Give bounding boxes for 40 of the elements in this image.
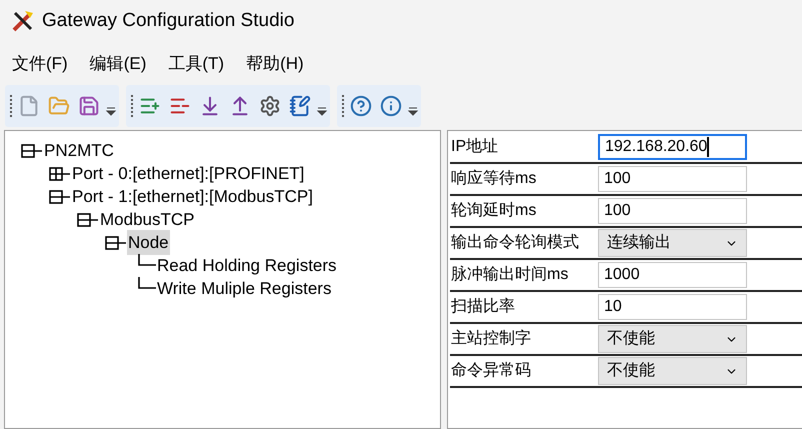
menu-item[interactable]: 文件(F) — [12, 51, 68, 77]
text-field[interactable]: 10 — [598, 294, 747, 320]
text-field[interactable]: 100 — [598, 166, 747, 192]
tree-item[interactable]: Port - 1:[ethernet]:[ModbusTCP] — [71, 184, 314, 210]
collapse-icon[interactable] — [49, 190, 71, 204]
text-field[interactable]: 1000 — [598, 262, 747, 288]
menu-item[interactable]: 工具(T) — [168, 51, 224, 77]
dropdown[interactable]: 连续输出 — [598, 229, 747, 257]
property-label: 主站控制字 — [450, 328, 532, 349]
collapse-icon[interactable] — [77, 212, 99, 226]
tree-item[interactable]: ModbusTCP — [99, 206, 196, 232]
collapse-icon[interactable] — [105, 236, 127, 250]
property-label: 轮询延时ms — [450, 200, 538, 221]
menu-item[interactable]: 帮助(H) — [246, 51, 304, 77]
property-label: 命令异常码 — [450, 360, 532, 381]
expand-icon[interactable] — [49, 166, 71, 180]
tree-item[interactable]: Port - 0:[ethernet]:[PROFINET] — [71, 160, 306, 186]
tree-connector-icon — [138, 254, 156, 266]
property-label: 扫描比率 — [450, 296, 516, 317]
tree-item[interactable]: Read Holding Registers — [156, 252, 338, 278]
text-field[interactable]: 192.168.20.60 — [598, 134, 747, 160]
menu-item[interactable]: 编辑(E) — [90, 51, 146, 77]
text-cursor — [707, 137, 710, 157]
property-label: 输出命令轮询模式 — [450, 232, 580, 253]
grip-icon[interactable] — [341, 94, 345, 118]
tools-icon — [10, 8, 36, 34]
dropdown[interactable]: 不使能 — [598, 325, 747, 353]
grip-icon[interactable] — [9, 94, 13, 118]
tree-item[interactable]: Node — [127, 230, 170, 256]
dropdown[interactable]: 不使能 — [598, 357, 747, 385]
property-label: 脉冲输出时间ms — [450, 264, 570, 285]
collapse-icon[interactable] — [21, 144, 43, 158]
property-label: 响应等待ms — [450, 168, 538, 189]
text-field[interactable]: 100 — [598, 198, 747, 224]
tree-item[interactable]: PN2MTC — [43, 138, 115, 164]
tree-item[interactable]: Write Muliple Registers — [156, 276, 332, 302]
window-title: Gateway Configuration Studio — [42, 8, 294, 33]
grip-icon[interactable] — [130, 94, 134, 118]
tree-connector-icon — [138, 277, 156, 289]
property-label: IP地址 — [450, 136, 500, 157]
